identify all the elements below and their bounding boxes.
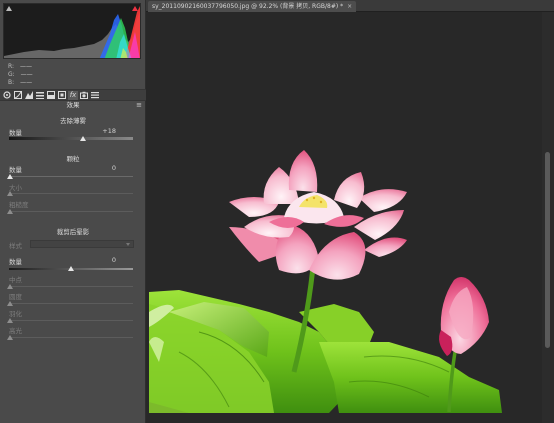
grain-roughness-label: 粗糙度: [9, 201, 29, 209]
lotus-photo: [149, 12, 542, 413]
grain-title: 颗粒: [66, 155, 80, 163]
document-tab-bar: sy_20110902160037796050.jpg @ 92.2% (背景 …: [146, 0, 554, 12]
vignette-feather-slider: [7, 318, 13, 323]
lens-icon[interactable]: [57, 91, 67, 100]
vignette-title: 裁剪后晕影: [56, 228, 90, 236]
vignette-roundness-track: [9, 303, 133, 304]
vignette-roundness-label: 圆度: [9, 293, 22, 301]
grain-amount-slider[interactable]: [7, 174, 13, 179]
vignette-style-label: 样式: [9, 242, 22, 250]
highlight-clipping-icon[interactable]: [132, 6, 138, 11]
r-value: ——: [20, 63, 33, 70]
histogram: [3, 3, 141, 59]
document-tab-title: sy_20110902160037796050.jpg @ 92.2% (背景 …: [152, 3, 344, 10]
grain-amount-track[interactable]: [9, 176, 133, 177]
adjustment-panel: R: —— G: —— B: —— fx 效果 ≡ 去除薄雾 数量 +18 颗粒…: [0, 0, 146, 423]
rgb-readout: R: —— G: —— B: ——: [8, 63, 33, 87]
fx-label: fx: [69, 91, 77, 99]
b-value: ——: [20, 79, 33, 86]
vignette-amount-label: 数量: [9, 258, 22, 266]
hsl-icon[interactable]: [35, 91, 45, 100]
document-tab[interactable]: sy_20110902160037796050.jpg @ 92.2% (背景 …: [148, 1, 357, 12]
r-label: R:: [8, 63, 15, 70]
grain-amount-label: 数量: [9, 166, 22, 174]
vignette-highlights-label: 高光: [9, 327, 22, 335]
vignette-midpoint-track: [9, 286, 133, 287]
chevron-down-icon: [126, 243, 130, 246]
lotus-illustration: [149, 150, 502, 413]
vignette-highlights-track: [9, 337, 133, 338]
grain-size-track: [9, 193, 133, 194]
close-icon[interactable]: ×: [347, 3, 352, 10]
g-label: G:: [8, 71, 15, 78]
vignette-roundness-slider: [7, 301, 13, 306]
grain-amount-value[interactable]: 0: [112, 164, 116, 172]
presets-icon[interactable]: [90, 91, 100, 100]
vignette-midpoint-label: 中点: [9, 276, 22, 284]
panel-tab-toolbar: fx: [0, 89, 146, 101]
fx-icon[interactable]: fx: [68, 90, 78, 100]
vignette-highlights-slider: [7, 335, 13, 340]
grain-size-slider: [7, 191, 13, 196]
grain-roughness-track: [9, 211, 133, 212]
dehaze-amount-value[interactable]: +18: [102, 127, 116, 135]
vignette-feather-label: 羽化: [9, 310, 22, 318]
split-toning-icon[interactable]: [46, 91, 56, 100]
grain-roughness-slider: [7, 209, 13, 214]
shadow-clipping-icon[interactable]: [6, 6, 12, 11]
lotus-bud: [439, 277, 489, 356]
histogram-graph: [4, 6, 140, 58]
dehaze-amount-track[interactable]: [9, 137, 133, 140]
g-value: ——: [20, 71, 33, 78]
vignette-feather-track: [9, 320, 133, 321]
dehaze-amount-label: 数量: [9, 129, 22, 137]
vignette-style-select[interactable]: [30, 240, 134, 248]
scrollbar-thumb[interactable]: [545, 152, 550, 348]
camera-basic-icon[interactable]: [2, 91, 12, 100]
detail-icon[interactable]: [24, 91, 34, 100]
dehaze-amount-slider[interactable]: [80, 136, 86, 141]
tone-curve-icon[interactable]: [13, 91, 23, 100]
vertical-scrollbar[interactable]: [542, 12, 554, 423]
panel-menu-icon[interactable]: ≡: [136, 102, 142, 109]
vignette-amount-value[interactable]: 0: [112, 256, 116, 264]
vignette-midpoint-slider: [7, 284, 13, 289]
b-label: B:: [8, 79, 15, 86]
vignette-amount-slider[interactable]: [68, 266, 74, 271]
lotus-flower: [229, 150, 407, 280]
panel-title: 效果: [66, 101, 80, 109]
camera-calibration-icon[interactable]: [79, 91, 89, 100]
dehaze-title: 去除薄雾: [60, 117, 86, 125]
